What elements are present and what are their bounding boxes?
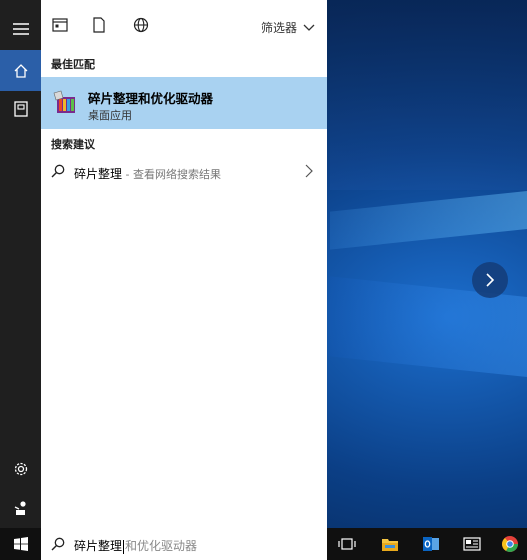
filter-dropdown-label: 筛选器 [260, 21, 297, 35]
best-match-result[interactable]: 碎片整理和优化驱动器 桌面应用 [41, 77, 327, 129]
home-icon [14, 63, 27, 78]
windows-start-icon [13, 537, 28, 551]
cortana-rail [0, 0, 41, 528]
text-caret [123, 539, 125, 554]
search-autocomplete: 和优化驱动器 [125, 539, 198, 553]
gear-icon [14, 462, 27, 475]
outlook-button[interactable] [411, 528, 451, 560]
search-icon [51, 164, 65, 178]
notebook-icon [13, 100, 28, 117]
notebook-button[interactable] [0, 88, 41, 129]
taskbar-search-box[interactable]: 碎片整理 和优化驱动器 [41, 528, 327, 560]
search-icon [51, 537, 65, 551]
web-filter-button[interactable] [132, 16, 150, 34]
search-typed-text: 碎片整理 [74, 539, 123, 553]
chevron-right-icon[interactable] [305, 164, 313, 178]
suggestions-header: 搜索建议 [51, 138, 95, 151]
defragment-app-icon [53, 90, 75, 113]
best-match-subtitle: 桌面应用 [88, 109, 132, 122]
search-input[interactable]: 碎片整理 和优化驱动器 [74, 537, 197, 554]
best-match-title: 碎片整理和优化驱动器 [88, 91, 214, 106]
suggestion-query: 碎片整理 [74, 167, 123, 181]
chrome-icon [501, 536, 518, 552]
next-arrow-button[interactable] [472, 262, 508, 298]
outlook-icon [423, 537, 439, 551]
feedback-icon [14, 500, 26, 515]
hamburger-icon [12, 22, 29, 35]
documents-filter-icon [93, 17, 105, 33]
taskbar: 碎片整理 和优化驱动器 [0, 528, 527, 560]
chevron-down-icon [303, 24, 315, 31]
suggestion-hint: - 查看网络搜索结果 [122, 168, 221, 181]
settings-button[interactable] [0, 448, 41, 489]
apps-filter-button[interactable] [51, 16, 69, 34]
filter-dropdown[interactable]: 筛选器 [261, 19, 315, 36]
web-suggestion-item[interactable]: 碎片整理 - 查看网络搜索结果 [41, 159, 327, 185]
wallpaper-beam [330, 0, 527, 190]
home-button[interactable] [0, 50, 41, 91]
filters-bar: 筛选器 [41, 0, 327, 50]
web-filter-icon [133, 17, 149, 33]
documents-filter-button[interactable] [90, 16, 108, 34]
best-match-header: 最佳匹配 [51, 58, 95, 71]
apps-filter-icon [52, 18, 68, 32]
start-button[interactable] [0, 528, 41, 560]
chrome-button[interactable] [492, 528, 527, 560]
task-view-button[interactable] [327, 528, 367, 560]
file-explorer-icon [382, 539, 398, 551]
wallpaper-beam [330, 184, 527, 250]
chevron-right-icon [486, 273, 495, 287]
search-panel: 筛选器 最佳匹配 碎片整理和优化驱动器 桌面应用 搜索建议 碎片整理 - 查看网… [41, 0, 327, 528]
file-explorer-button[interactable] [370, 528, 410, 560]
suggestion-text: 碎片整理 - 查看网络搜索结果 [74, 165, 221, 182]
news-icon [463, 537, 481, 551]
menu-button[interactable] [0, 8, 41, 49]
news-app-button[interactable] [452, 528, 492, 560]
feedback-button[interactable] [0, 487, 41, 528]
task-view-icon [338, 538, 356, 550]
